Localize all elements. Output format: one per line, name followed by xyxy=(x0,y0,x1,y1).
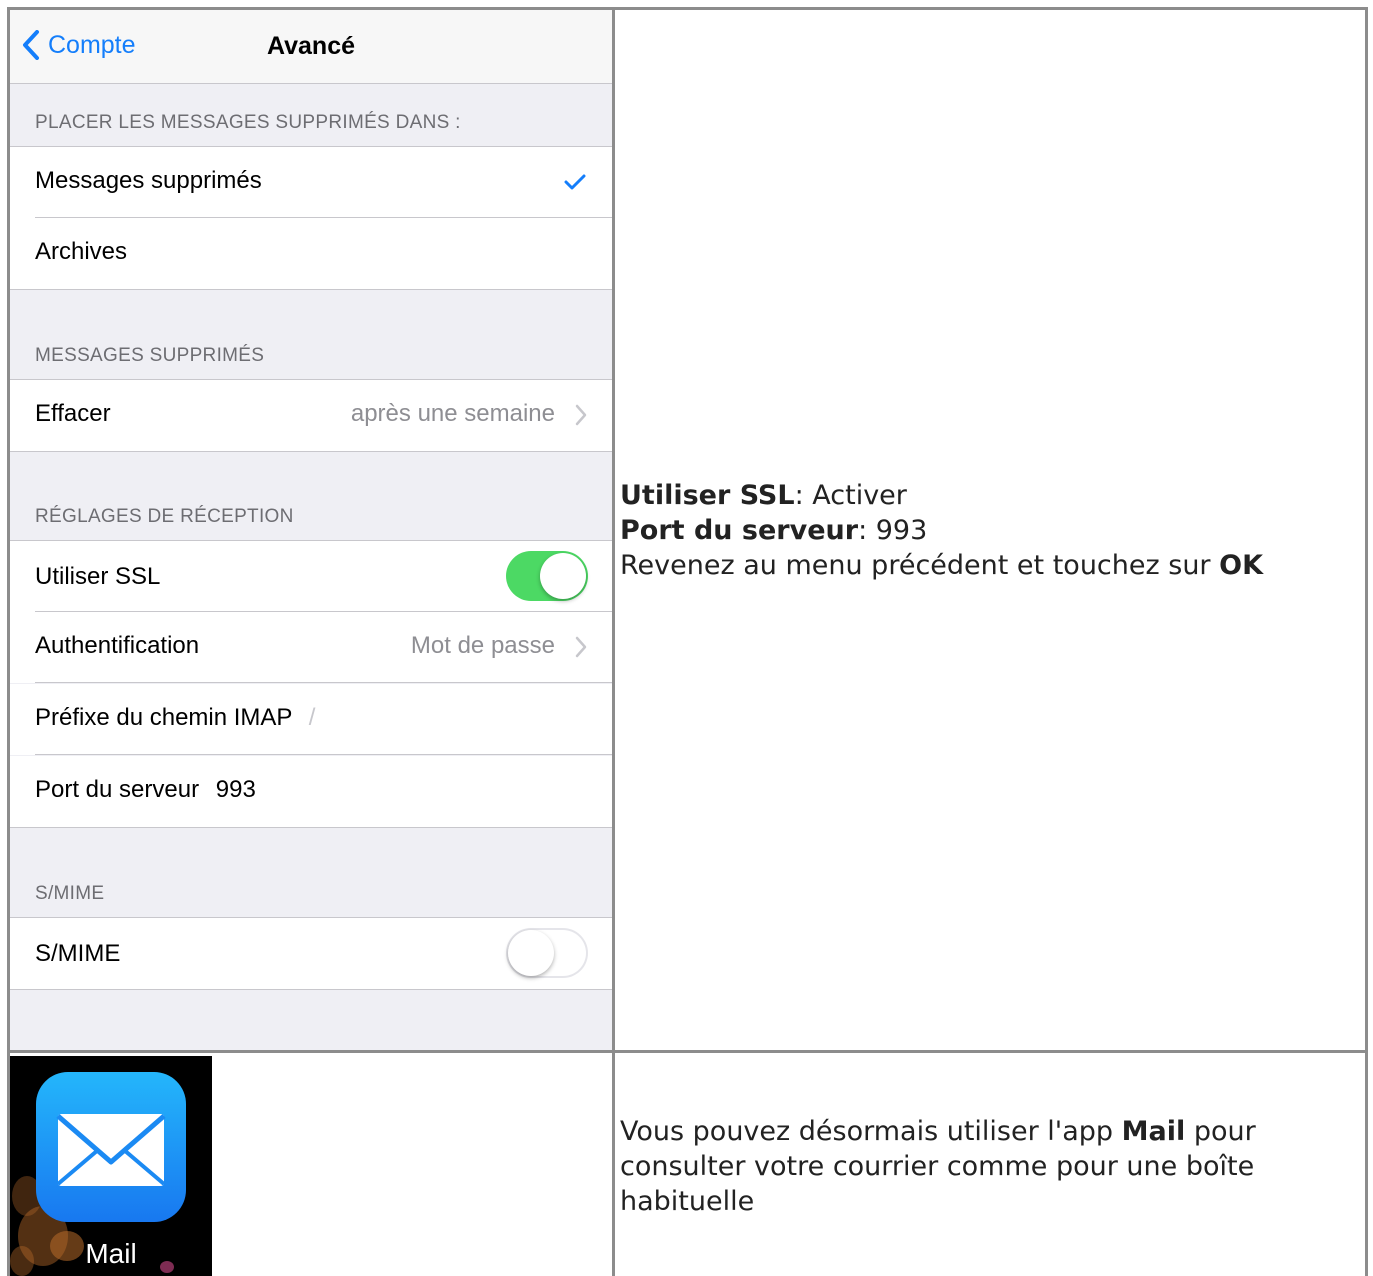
server-port-row[interactable]: Port du serveur 993 xyxy=(10,756,612,828)
smime-toggle[interactable] xyxy=(506,928,588,978)
mail-app-label: Mail xyxy=(85,1238,137,1269)
ssl-row: Utiliser SSL xyxy=(10,540,612,612)
auth-value: Mot de passe xyxy=(410,632,555,659)
auth-label: Authentification xyxy=(35,632,200,659)
erase-value: après une semaine xyxy=(350,400,555,427)
imap-prefix-row[interactable]: Préfixe du chemin IMAP / xyxy=(10,684,612,755)
smime-row: S/MIME xyxy=(10,917,612,990)
port-value[interactable]: 993 xyxy=(216,776,256,803)
section-header-reception: RÉGLAGES DE RÉCEPTION xyxy=(35,506,294,527)
ssl-label: Utiliser SSL xyxy=(35,563,161,590)
ssl-toggle[interactable] xyxy=(506,551,588,601)
toggle-knob xyxy=(540,553,586,599)
chevron-right-icon xyxy=(575,636,587,658)
option-archives[interactable]: Archives xyxy=(10,218,612,290)
checkmark-icon xyxy=(564,174,586,190)
smime-label: S/MIME xyxy=(35,940,121,967)
table-row-divider xyxy=(7,1050,1368,1053)
table-border-right xyxy=(1365,7,1368,1276)
envelope-icon xyxy=(56,1114,166,1186)
erase-row[interactable]: Effacer après une semaine xyxy=(10,379,612,452)
port-label: Port du serveur xyxy=(35,776,200,803)
imap-prefix-value[interactable]: / xyxy=(309,704,316,731)
instructions-final: Vous pouvez désormais utiliser l'app Mai… xyxy=(620,1116,1256,1217)
section-header-deleted: MESSAGES SUPPRIMÉS xyxy=(35,345,265,366)
ios-advanced-settings-screen: Compte Avancé PLACER LES MESSAGES SUPPRI… xyxy=(10,10,612,1050)
chevron-right-icon xyxy=(575,404,587,426)
option-label: Messages supprimés xyxy=(35,167,262,194)
mail-app-image: Mail xyxy=(10,1056,212,1276)
nav-bar: Compte Avancé xyxy=(10,10,612,84)
option-label: Archives xyxy=(35,238,128,265)
instructions-settings: Utiliser SSL: Activer Port du serveur: 9… xyxy=(620,478,1263,583)
ssl-instruction: Utiliser SSL: Activer xyxy=(620,480,907,511)
mail-app-icon xyxy=(36,1072,186,1222)
authentication-row[interactable]: Authentification Mot de passe xyxy=(10,612,612,683)
imap-prefix-label: Préfixe du chemin IMAP xyxy=(35,704,293,731)
toggle-knob xyxy=(508,930,554,976)
page-title: Avancé xyxy=(266,32,355,60)
port-instruction: Port du serveur: 993 xyxy=(620,515,928,546)
table-border-middle xyxy=(612,7,615,1276)
section-header-smime: S/MIME xyxy=(35,883,105,904)
back-instruction: Revenez au menu précédent et touchez sur… xyxy=(620,550,1263,581)
section-header-deleted-place: PLACER LES MESSAGES SUPPRIMÉS DANS : xyxy=(35,112,461,133)
erase-label: Effacer xyxy=(35,400,111,427)
option-deleted-messages[interactable]: Messages supprimés xyxy=(10,146,612,218)
